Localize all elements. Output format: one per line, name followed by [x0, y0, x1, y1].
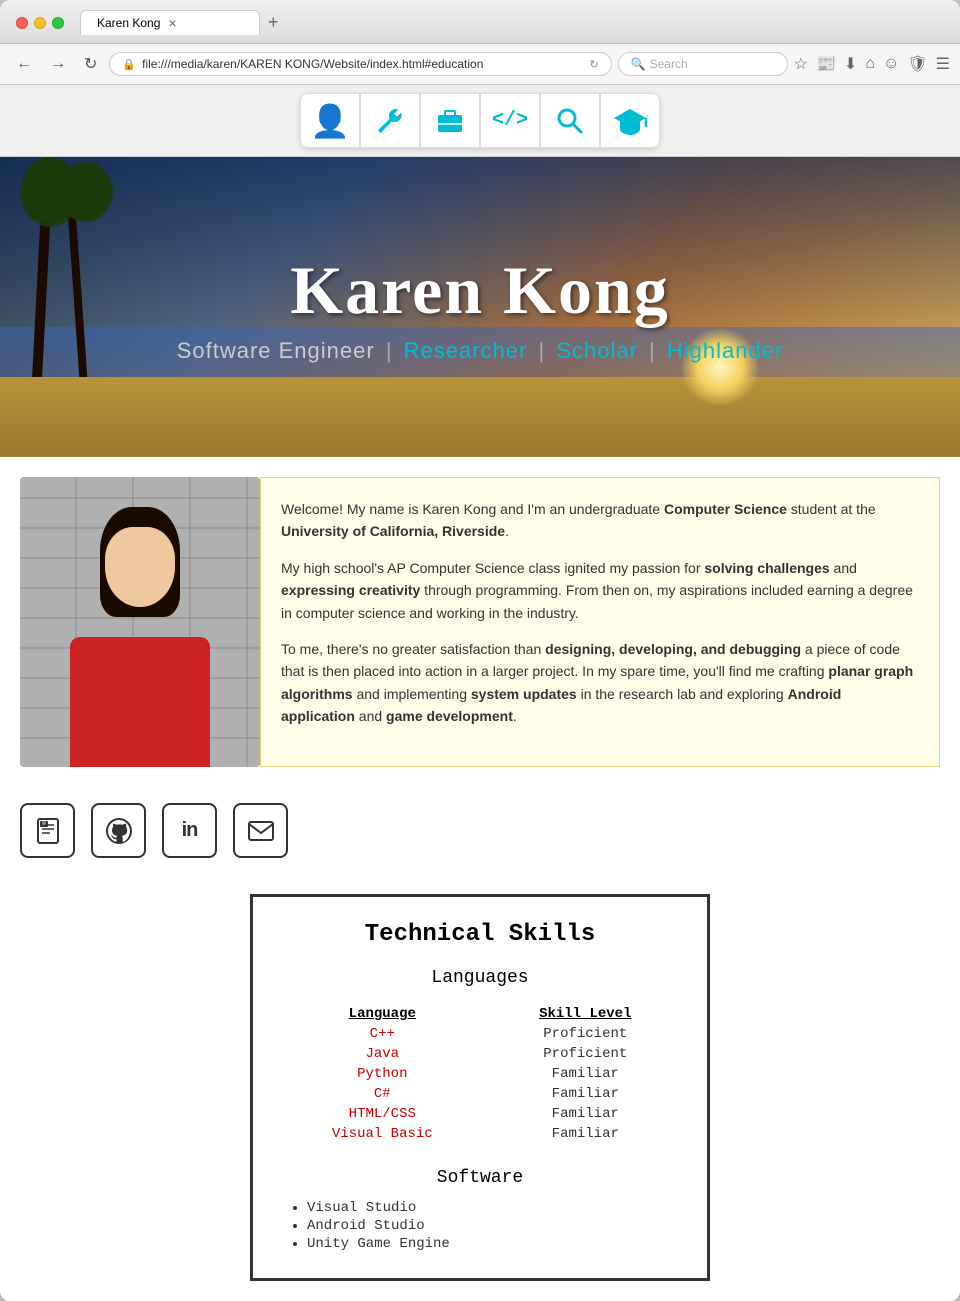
skill-row: C#Familiar	[277, 1084, 683, 1104]
profile-photo	[20, 477, 260, 767]
bio-para-1: Welcome! My name is Karen Kong and I'm a…	[281, 498, 919, 543]
title-bar: Karen Kong × +	[0, 0, 960, 44]
reload-button[interactable]: ↻	[78, 50, 103, 78]
nav-icons-container: 👤 </>	[300, 93, 660, 148]
skill-level: Familiar	[488, 1104, 683, 1124]
site-nav: 👤 </>	[0, 85, 960, 157]
skill-language: HTML/CSS	[277, 1104, 488, 1124]
nav-education[interactable]	[600, 93, 660, 148]
resume-button[interactable]	[20, 803, 75, 858]
skills-table: Language Skill Level C++ProficientJavaPr…	[277, 1004, 683, 1144]
hero-name: Karen Kong	[290, 251, 670, 330]
search-placeholder: Search	[650, 57, 688, 71]
skill-row: JavaProficient	[277, 1044, 683, 1064]
graduation-cap-icon	[612, 105, 648, 137]
url-text: file:///media/karen/KAREN KONG/Website/i…	[142, 57, 583, 71]
software-item: Android Studio	[307, 1218, 683, 1234]
bio-para-3: To me, there's no greater satisfaction t…	[281, 638, 919, 728]
skill-language: Python	[277, 1064, 488, 1084]
nav-projects[interactable]: </>	[480, 93, 540, 148]
skill-row: PythonFamiliar	[277, 1064, 683, 1084]
skill-level: Proficient	[488, 1024, 683, 1044]
bookmark-star-icon[interactable]: ☆	[794, 54, 808, 74]
hero-content: Karen Kong Software Engineer | Researche…	[0, 157, 960, 457]
forward-button[interactable]: →	[44, 51, 72, 77]
briefcase-icon	[434, 105, 466, 137]
skill-level: Familiar	[488, 1064, 683, 1084]
skills-box: Technical Skills Languages Language Skil…	[250, 894, 710, 1281]
new-tab-button[interactable]: +	[260, 12, 287, 33]
nav-bar: ← → ↻ 🔒 file:///media/karen/KAREN KONG/W…	[0, 44, 960, 85]
menu-icon[interactable]: ☰	[936, 54, 950, 74]
software-list: Visual Studio Android Studio Unity Game En…	[277, 1200, 683, 1252]
wrench-icon	[374, 105, 406, 137]
tab-label: Karen Kong	[97, 16, 160, 30]
nav-experience[interactable]	[420, 93, 480, 148]
skills-title: Technical Skills	[277, 921, 683, 948]
nav-skills[interactable]	[360, 93, 420, 148]
social-icons: in	[0, 787, 960, 874]
lang-header: Language	[277, 1004, 488, 1024]
search-bar[interactable]: 🔍 Search	[618, 52, 788, 76]
shield-icon[interactable]: 🛡	[907, 54, 927, 74]
nav-about[interactable]: 👤	[300, 93, 360, 148]
browser-tab[interactable]: Karen Kong ×	[80, 10, 260, 35]
photo-face	[105, 527, 175, 607]
tab-close-button[interactable]: ×	[168, 16, 176, 30]
software-item: Unity Game Engine	[307, 1236, 683, 1252]
bio-para-2: My high school's AP Computer Science cla…	[281, 557, 919, 624]
nav-search[interactable]	[540, 93, 600, 148]
hero-section: Karen Kong Software Engineer | Researche…	[0, 157, 960, 457]
maximize-button[interactable]	[52, 17, 64, 29]
skill-row: C++Proficient	[277, 1024, 683, 1044]
photo-body	[70, 637, 210, 767]
skill-language: Java	[277, 1044, 488, 1064]
home-icon[interactable]: ⌂	[865, 55, 875, 73]
software-item: Visual Studio	[307, 1200, 683, 1216]
tab-bar: Karen Kong × +	[80, 10, 944, 35]
skill-language: Visual Basic	[277, 1124, 488, 1144]
resume-icon	[34, 817, 62, 845]
smiley-icon[interactable]: ☺	[883, 55, 899, 73]
subtitle-researcher: Researcher	[404, 338, 528, 363]
about-section: Welcome! My name is Karen Kong and I'm a…	[0, 457, 960, 787]
skill-language: C++	[277, 1024, 488, 1044]
skill-row: Visual BasicFamiliar	[277, 1124, 683, 1144]
minimize-button[interactable]	[34, 17, 46, 29]
skill-level: Familiar	[488, 1084, 683, 1104]
subtitle-engineer: Software Engineer	[177, 338, 375, 363]
hero-subtitle: Software Engineer | Researcher | Scholar…	[177, 338, 784, 364]
github-button[interactable]	[91, 803, 146, 858]
level-header: Skill Level	[488, 1004, 683, 1024]
browser-toolbar-icons: ☆ 📰 ⬇ ⌂ ☺ 🛡 ☰	[794, 54, 950, 74]
traffic-lights	[16, 17, 64, 29]
languages-title: Languages	[277, 968, 683, 988]
email-icon	[247, 817, 275, 845]
subtitle-scholar: Scholar	[556, 338, 638, 363]
skill-level: Familiar	[488, 1124, 683, 1144]
search-nav-icon	[554, 105, 586, 137]
email-button[interactable]	[233, 803, 288, 858]
subtitle-highlander: Highlander	[667, 338, 783, 363]
skills-section: Technical Skills Languages Language Skil…	[0, 874, 960, 1301]
back-button[interactable]: ←	[10, 51, 38, 77]
github-icon	[104, 816, 134, 846]
download-icon[interactable]: ⬇	[844, 54, 857, 74]
software-title: Software	[277, 1168, 683, 1188]
skill-level: Proficient	[488, 1044, 683, 1064]
url-bar[interactable]: 🔒 file:///media/karen/KAREN KONG/Website…	[109, 52, 611, 76]
linkedin-button[interactable]: in	[162, 803, 217, 858]
skill-language: C#	[277, 1084, 488, 1104]
reader-view-icon[interactable]: 📰	[816, 54, 836, 74]
close-button[interactable]	[16, 17, 28, 29]
skill-row: HTML/CSSFamiliar	[277, 1104, 683, 1124]
browser-window: Karen Kong × + ← → ↻ 🔒 file:///media/kar…	[0, 0, 960, 1301]
bio-box: Welcome! My name is Karen Kong and I'm a…	[260, 477, 940, 767]
